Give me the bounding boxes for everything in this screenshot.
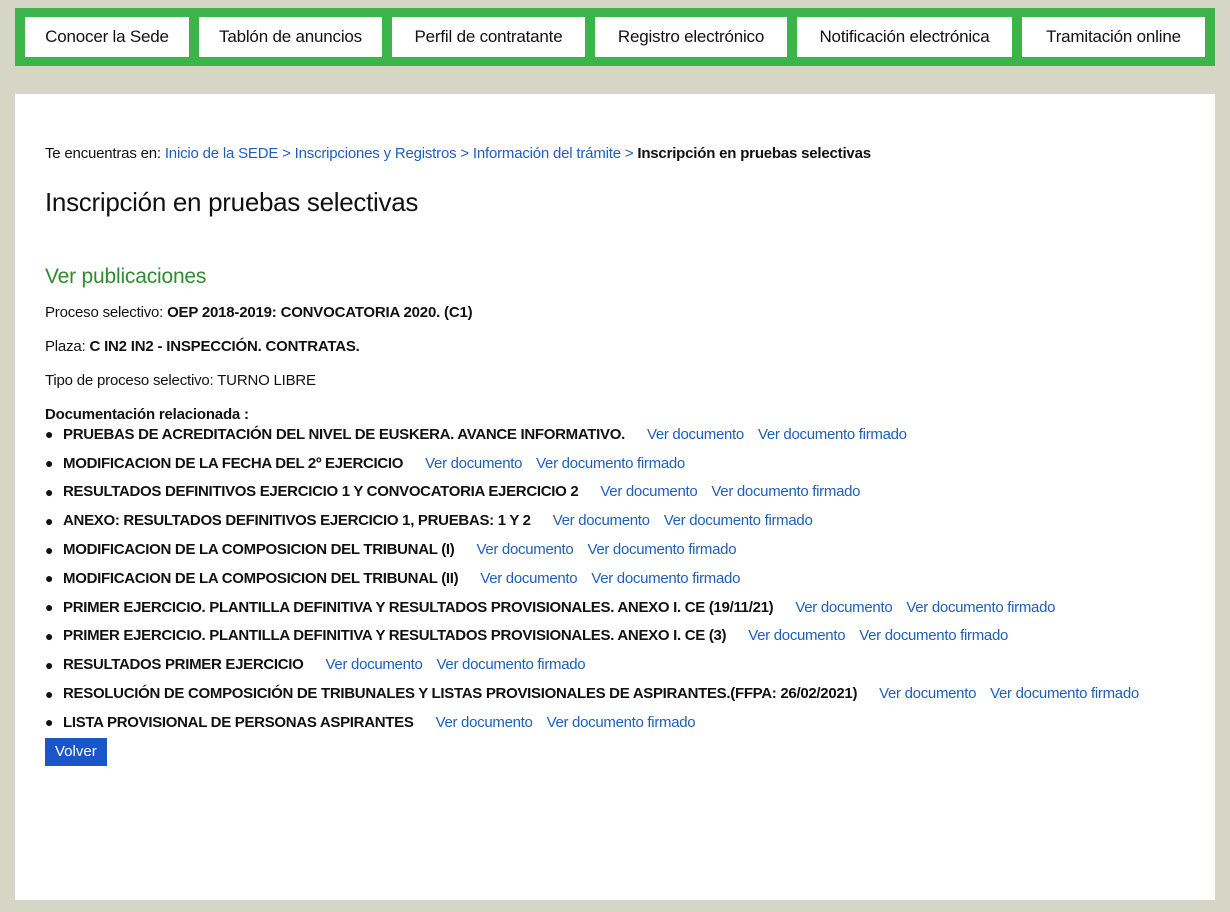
process-field: Proceso selectivo: OEP 2018-2019: CONVOC… bbox=[45, 303, 1185, 323]
view-document-link[interactable]: Ver documento bbox=[326, 656, 423, 673]
nav-tramitacion-online[interactable]: Tramitación online bbox=[1022, 17, 1205, 57]
plaza-field: Plaza: C IN2 IN2 - INSPECCIÓN. CONTRATAS… bbox=[45, 337, 1185, 357]
main-content: Te encuentras en: Inicio de la SEDE > In… bbox=[15, 94, 1215, 900]
breadcrumb: Te encuentras en: Inicio de la SEDE > In… bbox=[45, 141, 1185, 167]
plaza-value: C IN2 IN2 - INSPECCIÓN. CONTRATAS. bbox=[89, 338, 360, 355]
plaza-label: Plaza: bbox=[45, 338, 86, 355]
bullet-icon: ● bbox=[45, 483, 54, 500]
breadcrumb-prefix: Te encuentras en: bbox=[45, 145, 161, 162]
document-name: PRIMER EJERCICIO. PLANTILLA DEFINITIVA Y… bbox=[63, 627, 727, 645]
bullet-icon: ● bbox=[45, 685, 54, 702]
view-signed-document-link[interactable]: Ver documento firmado bbox=[906, 599, 1055, 616]
document-name: LISTA PROVISIONAL DE PERSONAS ASPIRANTES bbox=[63, 713, 414, 731]
breadcrumb-separator: > bbox=[624, 145, 634, 162]
document-name: RESULTADOS DEFINITIVOS EJERCICIO 1 Y CON… bbox=[63, 483, 579, 501]
document-row: ● LISTA PROVISIONAL DE PERSONAS ASPIRANTE… bbox=[45, 705, 1185, 740]
view-document-link[interactable]: Ver documento bbox=[436, 714, 533, 731]
page-title: Inscripción en pruebas selectivas bbox=[45, 187, 419, 217]
nav-notificacion-electronica[interactable]: Notificación electrónica bbox=[797, 17, 1012, 57]
document-name: PRIMER EJERCICIO. PLANTILLA DEFINITIVA Y… bbox=[63, 598, 774, 616]
document-name: ANEXO: RESULTADOS DEFINITIVOS EJERCICIO … bbox=[63, 512, 531, 530]
bullet-icon: ● bbox=[45, 627, 54, 644]
breadcrumb-link-inscripciones[interactable]: Inscripciones y Registros bbox=[295, 145, 457, 162]
breadcrumb-current: Inscripción en pruebas selectivas bbox=[637, 145, 871, 162]
breadcrumb-link-informacion[interactable]: Información del trámite bbox=[473, 145, 621, 162]
documents-list: ● PRUEBAS DE ACREDITACIÓN DEL NIVEL DE EU… bbox=[45, 417, 1185, 740]
tipo-field: Tipo de proceso selectivo: TURNO LIBRE bbox=[45, 371, 1185, 391]
bullet-icon: ● bbox=[45, 714, 54, 731]
bullet-icon: ● bbox=[45, 599, 54, 616]
view-document-link[interactable]: Ver documento bbox=[553, 512, 650, 529]
document-name: MODIFICACION DE LA COMPOSICION DEL TRIBU… bbox=[63, 569, 459, 587]
nav-registro-electronico[interactable]: Registro electrónico bbox=[595, 17, 787, 57]
process-value: OEP 2018-2019: CONVOCATORIA 2020. (C1) bbox=[167, 304, 473, 321]
view-signed-document-link[interactable]: Ver documento firmado bbox=[990, 685, 1139, 702]
document-name: MODIFICACION DE LA COMPOSICION DEL TRIBU… bbox=[63, 541, 455, 559]
document-name: MODIFICACION DE LA FECHA DEL 2º EJERCICI… bbox=[63, 454, 404, 472]
nav-conocer-la-sede[interactable]: Conocer la Sede bbox=[25, 17, 189, 57]
view-document-link[interactable]: Ver documento bbox=[795, 599, 892, 616]
breadcrumb-link-inicio[interactable]: Inicio de la SEDE bbox=[165, 145, 279, 162]
bullet-icon: ● bbox=[45, 455, 54, 472]
view-document-link[interactable]: Ver documento bbox=[476, 541, 573, 558]
bullet-icon: ● bbox=[45, 570, 54, 587]
view-signed-document-link[interactable]: Ver documento firmado bbox=[587, 541, 736, 558]
view-signed-document-link[interactable]: Ver documento firmado bbox=[859, 627, 1008, 644]
view-signed-document-link[interactable]: Ver documento firmado bbox=[547, 714, 696, 731]
document-name: RESOLUCIÓN DE COMPOSICIÓN DE TRIBUNALES … bbox=[63, 685, 858, 703]
view-signed-document-link[interactable]: Ver documento firmado bbox=[758, 426, 907, 443]
view-document-link[interactable]: Ver documento bbox=[647, 426, 744, 443]
breadcrumb-separator: > bbox=[460, 145, 469, 162]
view-signed-document-link[interactable]: Ver documento firmado bbox=[664, 512, 813, 529]
view-document-link[interactable]: Ver documento bbox=[425, 455, 522, 472]
view-document-link[interactable]: Ver documento bbox=[600, 483, 697, 500]
breadcrumb-separator: > bbox=[282, 145, 291, 162]
tipo-label: Tipo de proceso selectivo: bbox=[45, 372, 214, 389]
view-signed-document-link[interactable]: Ver documento firmado bbox=[591, 570, 740, 587]
view-document-link[interactable]: Ver documento bbox=[879, 685, 976, 702]
view-signed-document-link[interactable]: Ver documento firmado bbox=[437, 656, 586, 673]
document-name: PRUEBAS DE ACREDITACIÓN DEL NIVEL DE EUS… bbox=[63, 425, 625, 443]
view-signed-document-link[interactable]: Ver documento firmado bbox=[536, 455, 685, 472]
process-label: Proceso selectivo: bbox=[45, 304, 164, 321]
section-title: Ver publicaciones bbox=[45, 265, 207, 288]
view-document-link[interactable]: Ver documento bbox=[480, 570, 577, 587]
document-name: RESULTADOS PRIMER EJERCICIO bbox=[63, 656, 304, 674]
back-button[interactable]: Volver bbox=[45, 737, 107, 766]
view-document-link[interactable]: Ver documento bbox=[748, 627, 845, 644]
bullet-icon: ● bbox=[45, 541, 54, 558]
nav-perfil-de-contratante[interactable]: Perfil de contratante bbox=[392, 17, 585, 57]
bullet-icon: ● bbox=[45, 656, 54, 673]
top-navigation: Conocer la Sede Tablón de anuncios Perfi… bbox=[15, 8, 1215, 66]
tipo-value: TURNO LIBRE bbox=[217, 372, 316, 389]
bullet-icon: ● bbox=[45, 512, 54, 529]
view-signed-document-link[interactable]: Ver documento firmado bbox=[711, 483, 860, 500]
nav-tablon-de-anuncios[interactable]: Tablón de anuncios bbox=[199, 17, 382, 57]
bullet-icon: ● bbox=[45, 426, 54, 443]
